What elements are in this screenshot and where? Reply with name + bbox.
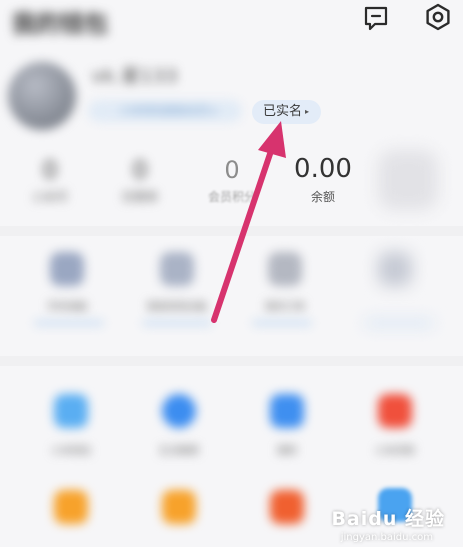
watermark-brand: Baidu 经验 [331,508,445,530]
annotation-arrow [211,121,286,323]
watermark-url: jingyan.baidu.com [340,532,433,543]
